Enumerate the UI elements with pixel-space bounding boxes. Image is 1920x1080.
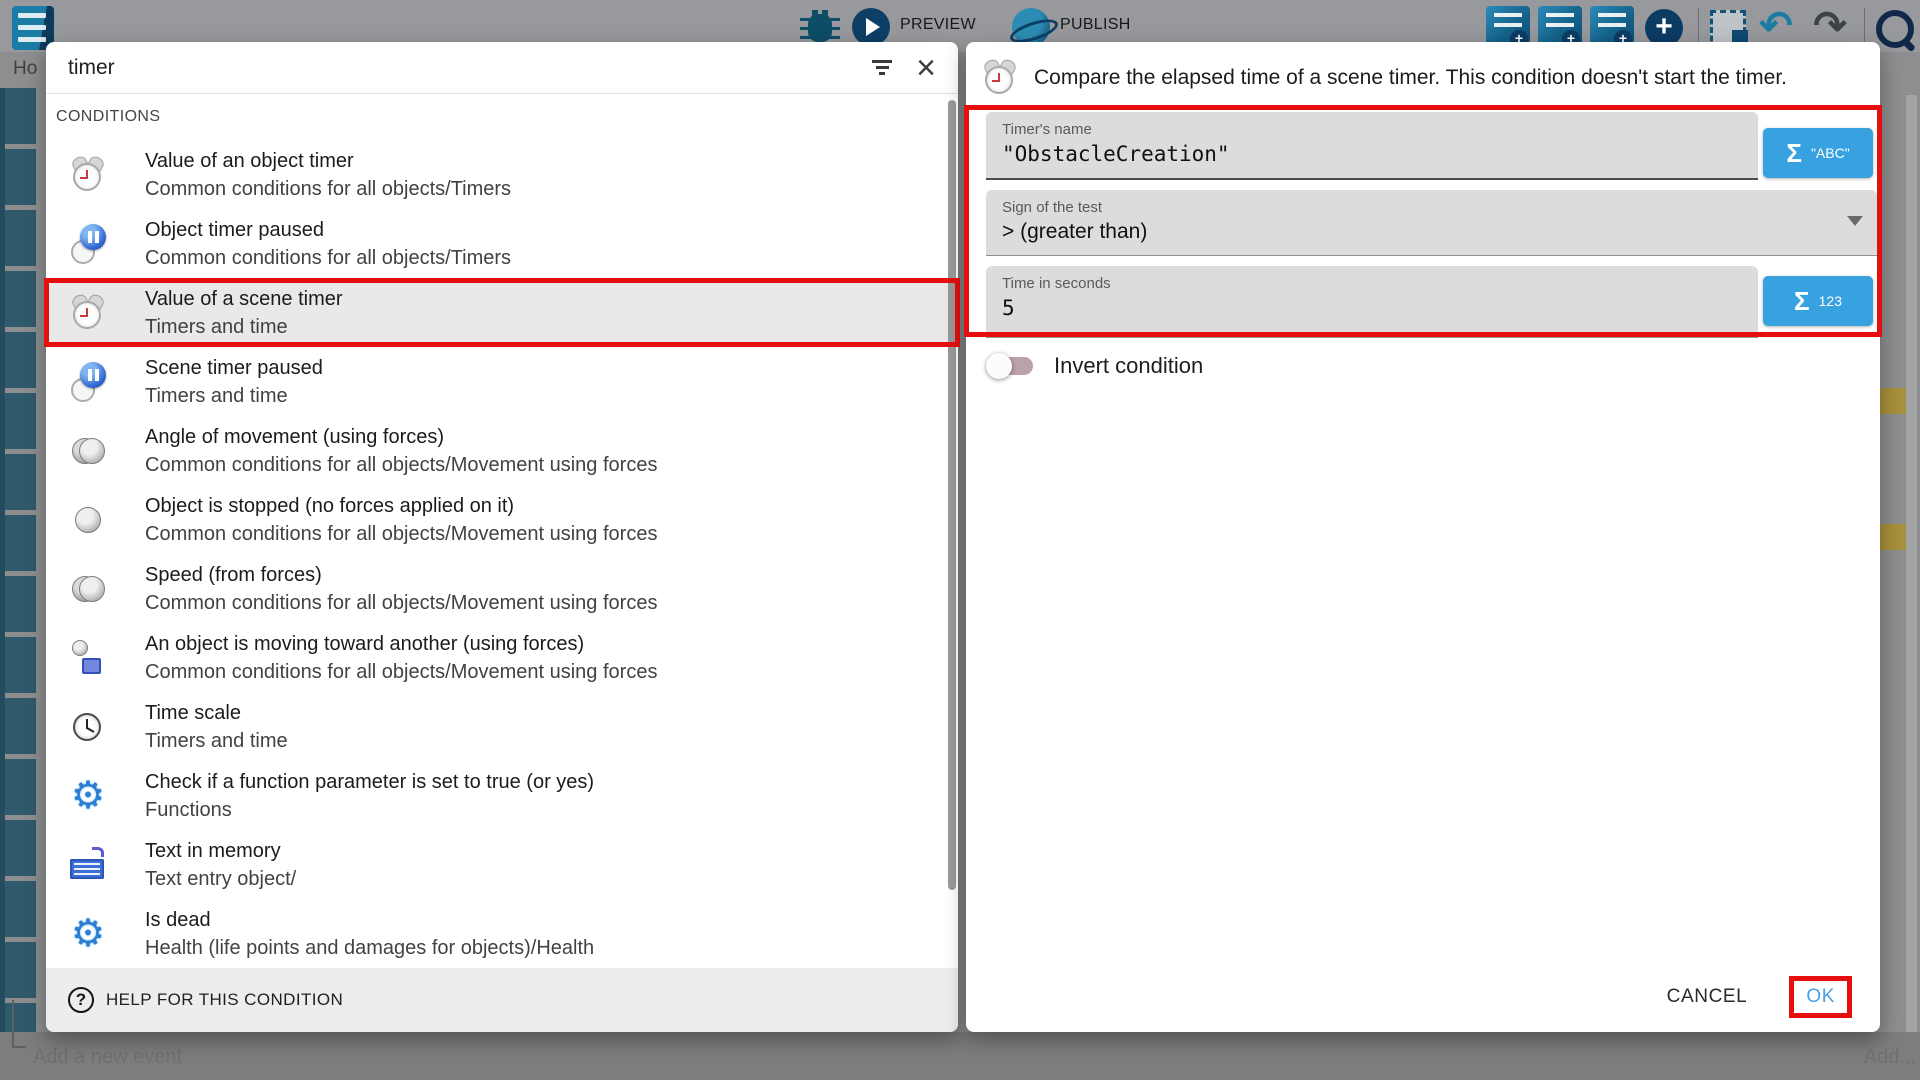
sigma-icon: Σ	[1794, 286, 1810, 317]
event-highlight-bar	[1880, 524, 1906, 550]
chevron-down-icon	[1847, 216, 1863, 226]
events-scrollbar-sliver	[1906, 95, 1917, 1032]
close-icon[interactable]: ×	[916, 53, 936, 83]
list-item-function-parameter-true[interactable]: ⚙ Check if a function parameter is set t…	[46, 761, 958, 830]
list-item-speed-from-forces[interactable]: Speed (from forces) Common conditions fo…	[46, 554, 958, 623]
list-item-is-dead[interactable]: ⚙ Is dead Health (life points and damage…	[46, 899, 958, 968]
list-item-scene-timer-paused[interactable]: Scene timer paused Timers and time	[46, 347, 958, 416]
search-input[interactable]	[68, 56, 870, 80]
invert-condition-row: Invert condition	[986, 352, 1203, 380]
timer-name-value[interactable]: "ObstacleCreation"	[1002, 142, 1742, 166]
add-new-event-link[interactable]: Add a new event	[33, 1046, 182, 1069]
bug-body	[808, 14, 832, 42]
single-coin-icon	[66, 498, 110, 542]
preview-play-icon[interactable]	[852, 8, 890, 46]
clock-icon	[66, 705, 110, 749]
list-item-moving-toward-another[interactable]: An object is moving toward another (usin…	[46, 623, 958, 692]
expression-builder-number-button[interactable]: Σ 123	[1763, 276, 1873, 326]
list-item-text-in-memory[interactable]: Text in memory Text entry object/	[46, 830, 958, 899]
list-item-value-scene-timer[interactable]: Value of a scene timer Timers and time	[46, 278, 958, 347]
coin-square-icon	[66, 636, 110, 680]
expression-builder-string-button[interactable]: Σ "ABC"	[1763, 128, 1873, 178]
alarm-clock-icon	[978, 56, 1022, 100]
bottom-strip	[0, 1032, 1920, 1080]
preview-button[interactable]: PREVIEW	[900, 16, 976, 34]
double-coin-icon	[66, 567, 110, 611]
gear-icon: ⚙	[66, 912, 110, 956]
event-highlight-bar	[1880, 388, 1906, 414]
home-tab-label-clipped: Ho	[13, 58, 37, 80]
filter-icon[interactable]	[870, 57, 894, 78]
conditions-section-header: CONDITIONS	[56, 108, 160, 126]
search-icon[interactable]	[1872, 6, 1916, 50]
gear-icon: ⚙	[66, 774, 110, 818]
list-item-angle-of-movement[interactable]: Angle of movement (using forces) Common …	[46, 416, 958, 485]
list-item-time-scale[interactable]: Time scale Timers and time	[46, 692, 958, 761]
publish-button[interactable]: PUBLISH	[1060, 16, 1131, 34]
time-in-seconds-label: Time in seconds	[1002, 275, 1742, 292]
help-for-condition-button[interactable]: ? HELP FOR THIS CONDITION	[46, 968, 958, 1032]
help-icon: ?	[68, 987, 94, 1013]
list-item-object-stopped[interactable]: Object is stopped (no forces applied on …	[46, 485, 958, 554]
sigma-icon: Σ	[1786, 138, 1802, 169]
list-scrollbar[interactable]	[948, 100, 956, 890]
pause-clock-icon	[66, 360, 110, 404]
debugger-icon[interactable]	[800, 10, 840, 46]
condition-list: Value of an object timer Common conditio…	[46, 140, 958, 968]
condition-picker-panel: × CONDITIONS Value of an object timer Co…	[46, 42, 958, 1032]
dialog-actions: CANCEL OK	[1667, 976, 1852, 1018]
ok-button-annotation: OK	[1789, 976, 1852, 1018]
publish-icon[interactable]	[1012, 8, 1050, 46]
sign-of-test-value: > (greater than)	[1002, 220, 1861, 244]
alarm-clock-icon	[66, 291, 110, 335]
timer-name-field[interactable]: Timer's name "ObstacleCreation"	[986, 112, 1758, 180]
time-in-seconds-field[interactable]: Time in seconds 5	[986, 266, 1758, 338]
sign-of-test-label: Sign of the test	[1002, 199, 1861, 216]
events-sheet-edge	[0, 88, 36, 1032]
timer-name-label: Timer's name	[1002, 121, 1742, 138]
pause-clock-icon	[66, 222, 110, 266]
event-tree-bracket	[12, 1000, 26, 1048]
invert-condition-toggle[interactable]	[986, 352, 1038, 380]
search-header: ×	[46, 42, 958, 94]
list-item-value-object-timer[interactable]: Value of an object timer Common conditio…	[46, 140, 958, 209]
cancel-button[interactable]: CANCEL	[1667, 986, 1748, 1008]
keyboard-icon	[66, 843, 110, 887]
condition-editor-panel: Compare the elapsed time of a scene time…	[966, 42, 1880, 1032]
add-more-link[interactable]: Add...	[1864, 1046, 1916, 1069]
toggle-knob	[986, 353, 1012, 379]
time-in-seconds-value[interactable]: 5	[1002, 296, 1742, 320]
condition-description-row: Compare the elapsed time of a scene time…	[978, 56, 1860, 100]
double-coin-icon	[66, 429, 110, 473]
list-item-object-timer-paused[interactable]: Object timer paused Common conditions fo…	[46, 209, 958, 278]
alarm-clock-icon	[66, 153, 110, 197]
condition-description: Compare the elapsed time of a scene time…	[1034, 66, 1787, 90]
sign-of-test-select[interactable]: Sign of the test > (greater than)	[986, 190, 1877, 256]
invert-condition-label: Invert condition	[1054, 353, 1203, 379]
ok-button[interactable]: OK	[1806, 986, 1835, 1007]
